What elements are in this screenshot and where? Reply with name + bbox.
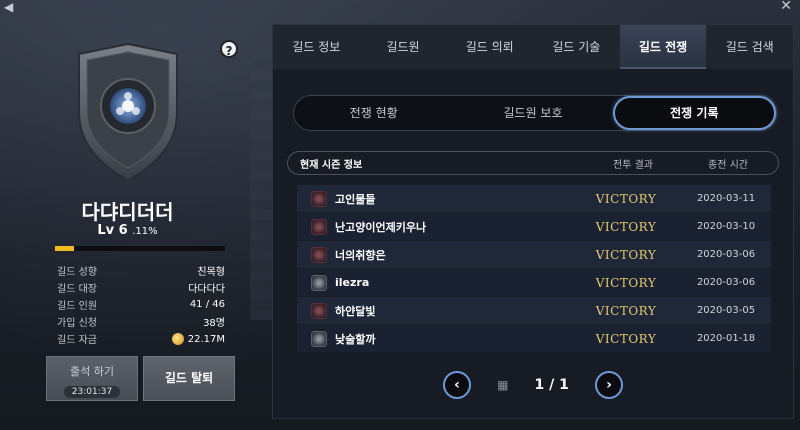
guild-info-row: 가입 신청 38명 [57,313,225,330]
attendance-button[interactable]: 출석 하기 23:01:37 [46,356,138,401]
tab-4[interactable]: 길드 전쟁 [619,25,707,69]
war-record-row[interactable]: ilezra VICTORY 2020-03-06 [297,269,771,296]
opponent-guild-name: 고인물들 [335,192,376,206]
guild-info-row: 길드 인원 41 / 46 [57,296,225,313]
info-key: 길드 인원 [57,301,97,312]
red-emblem-icon [311,190,327,207]
battle-result: VICTORY [595,275,657,290]
war-record-list: 고인물들 VICTORY 2020-03-11 난고양이언제키우나 VICTORY 202… [297,185,771,353]
info-key: 길드 자금 [57,335,97,346]
battle-result: VICTORY [595,247,657,262]
info-key: 가입 신청 [57,318,97,329]
end-date: 2020-03-10 [696,221,756,232]
grey-emblem-icon [311,330,327,347]
page-indicator: 1 / 1 [534,377,569,393]
end-date: 2020-01-18 [696,333,756,344]
tab-2[interactable]: 길드 의뢰 [446,25,533,69]
subtab-2[interactable]: 전쟁 기록 [612,96,776,130]
guild-info-row: 길드 대장 다다다다 [57,279,225,296]
info-value: 다다다다 [188,284,225,295]
war-record-row[interactable]: 난고양이언제키우나 VICTORY 2020-03-10 [297,213,771,240]
guild-level: Lv 6 .11% [0,223,255,238]
opponent-guild-name: 난고양이언제키우나 [335,220,427,234]
guild-info-row: 길드 자금 22.17M [57,330,225,347]
info-value: 22.17M [171,332,225,345]
red-emblem-icon [311,246,327,263]
xp-bar [55,246,225,251]
guild-info-list: 길드 성향 친목형 길드 대장 다다다다 길드 인원 41 / 46 가입 신청 38명 길드 … [57,262,225,347]
tab-5[interactable]: 길드 검색 [706,25,793,69]
help-icon[interactable]: ? [220,40,238,58]
war-record-row[interactable]: 너의취향은 VICTORY 2020-03-06 [297,241,771,268]
header-time: 종전 시간 [708,159,748,171]
level-percent: .11% [132,226,158,237]
battle-result: VICTORY [595,331,657,346]
header-result: 전투 결과 [613,159,653,171]
info-key: 길드 대장 [57,284,97,295]
prev-page-button[interactable]: ‹ [443,371,471,399]
xp-bar-fill [55,246,74,251]
grid-icon: ▦ [497,378,509,392]
coin-icon [171,332,184,345]
attendance-timer: 23:01:37 [63,386,121,398]
war-record-row[interactable]: 고인물들 VICTORY 2020-03-11 [297,185,771,212]
main-tabs: 길드 정보 길드원 길드 의뢰 길드 기술 길드 전쟁 길드 검색 [273,25,793,69]
opponent-guild-name: 너의취향은 [335,248,386,262]
subtab-0[interactable]: 전쟁 현황 [294,96,453,130]
red-emblem-icon [311,218,327,235]
attendance-label: 출석 하기 [70,365,114,378]
guild-name: 다댜디더더 [81,200,174,224]
opponent-guild-name: ilezra [335,276,370,289]
battle-result: VICTORY [595,303,657,318]
guild-emblem [78,42,178,182]
red-emblem-icon [311,302,327,319]
end-date: 2020-03-06 [696,249,756,260]
info-value: 친목형 [197,267,225,278]
pagination: ‹ ▦ 1 / 1 › [443,371,623,399]
opponent-guild-name: 하얀달빛 [335,304,376,318]
war-record-row[interactable]: 낮술할까 VICTORY 2020-01-18 [297,325,771,352]
battle-result: VICTORY [595,191,657,206]
guild-info-row: 길드 성향 친목형 [57,262,225,279]
opponent-guild-name: 낮술할까 [335,332,376,346]
subtab-1[interactable]: 길드원 보호 [453,96,612,130]
close-icon[interactable]: ✕ [780,0,792,14]
info-value: 38명 [203,318,225,329]
end-date: 2020-03-05 [696,305,756,316]
level-label: Lv 6 [97,223,128,238]
next-page-button[interactable]: › [594,371,623,399]
tab-3[interactable]: 길드 기술 [533,25,620,69]
leave-guild-button[interactable]: 길드 탈퇴 [143,356,235,401]
tab-0[interactable]: 길드 정보 [273,25,360,69]
end-date: 2020-03-11 [696,193,756,204]
war-table-header: 현재 시즌 정보 전투 결과 종전 시간 [287,151,779,175]
info-value: 41 / 46 [189,299,225,310]
battle-result: VICTORY [595,219,657,234]
war-subtabs: 전쟁 현황 길드원 보호 전쟁 기록 [293,95,777,131]
info-value-text: 22.17M [187,333,225,345]
header-season: 현재 시즌 정보 [300,159,363,171]
tab-1[interactable]: 길드원 [360,25,447,69]
war-record-row[interactable]: 하얀달빛 VICTORY 2020-03-05 [297,297,771,324]
guild-content-panel: 길드 정보 길드원 길드 의뢰 길드 기술 길드 전쟁 길드 검색 전쟁 현황 길드원 보호… [272,24,794,419]
guild-info-panel: ? 다댜디더더 Lv 6 .11% 길드 성향 친목형 길드 대장 다다다다 길드 인원… [0,0,255,430]
end-date: 2020-03-06 [696,277,756,288]
info-key: 길드 성향 [57,267,97,278]
grey-emblem-icon [311,274,327,291]
